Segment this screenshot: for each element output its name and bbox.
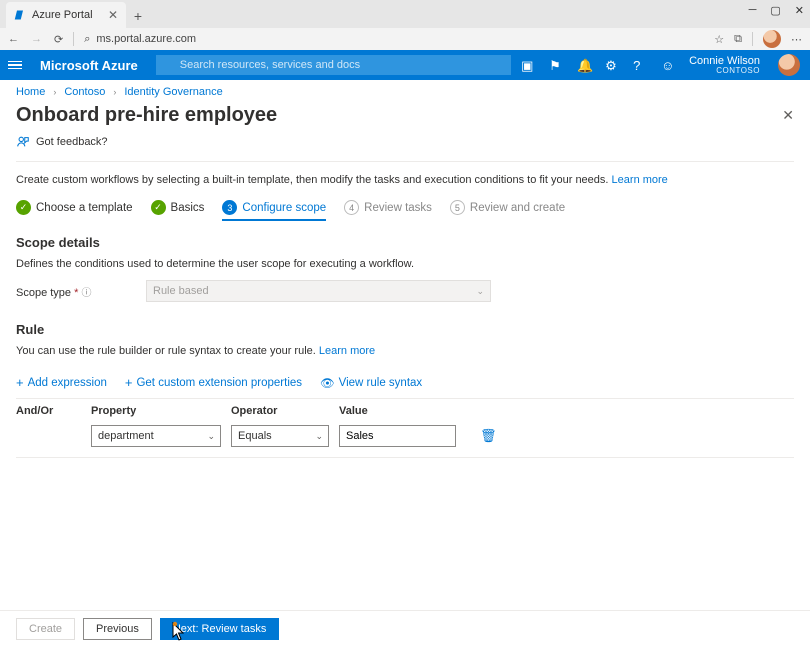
info-icon[interactable]: ⓘ: [81, 288, 91, 299]
window-minimize[interactable]: ─: [749, 4, 757, 17]
wizard-stepper: Choose a template Basics 3Configure scop…: [0, 196, 810, 221]
get-custom-properties-button[interactable]: +Get custom extension properties: [125, 375, 302, 390]
feedback-face-icon[interactable]: ☺: [661, 58, 675, 72]
brand-label: Microsoft Azure: [40, 58, 138, 73]
breadcrumb-item[interactable]: Identity Governance: [124, 86, 222, 98]
feedback-label: Got feedback?: [36, 136, 108, 148]
user-avatar-icon[interactable]: [778, 54, 800, 76]
chevron-down-icon: ⌄: [315, 431, 323, 442]
step-review-tasks[interactable]: 4Review tasks: [344, 200, 432, 215]
step-basics[interactable]: Basics: [151, 200, 205, 215]
chevron-down-icon: ⌄: [476, 286, 484, 297]
rule-learn-more-link[interactable]: Learn more: [319, 345, 375, 357]
user-account[interactable]: Connie Wilson CONTOSO: [689, 55, 764, 76]
close-blade-icon[interactable]: ✕: [782, 107, 794, 124]
next-button[interactable]: Next: Review tasks: [160, 618, 280, 640]
window-maximize[interactable]: ▢: [770, 4, 780, 17]
user-name: Connie Wilson: [689, 55, 760, 67]
delete-icon[interactable]: 🗑: [480, 428, 497, 444]
scope-type-select: Rule based ⌄: [146, 280, 491, 302]
breadcrumb-item[interactable]: Home: [16, 86, 45, 98]
breadcrumb-item[interactable]: Contoso: [64, 86, 105, 98]
rule-subtext: You can use the rule builder or rule syn…: [16, 345, 794, 357]
global-search[interactable]: ⌕: [156, 55, 511, 75]
chevron-down-icon: ⌄: [207, 431, 215, 442]
view-rule-syntax-button[interactable]: 👁View rule syntax: [320, 375, 422, 390]
property-select[interactable]: department⌄: [91, 425, 221, 447]
window-close[interactable]: ✕: [795, 4, 804, 17]
favorite-icon[interactable]: ☆: [714, 33, 724, 46]
step-choose-template[interactable]: Choose a template: [16, 200, 133, 215]
refresh-icon[interactable]: ⟳: [54, 33, 63, 46]
step-review-create[interactable]: 5Review and create: [450, 200, 565, 215]
back-icon[interactable]: ←: [8, 33, 19, 45]
url-text[interactable]: ms.portal.azure.com: [96, 33, 196, 45]
feedback-link[interactable]: Got feedback?: [0, 127, 810, 161]
step-configure-scope[interactable]: 3Configure scope: [222, 200, 326, 215]
scope-type-label: Scope type * ⓘ: [16, 284, 136, 299]
chevron-right-icon: ›: [53, 87, 56, 97]
col-property: Property: [91, 405, 231, 417]
profile-avatar-icon[interactable]: [763, 30, 781, 48]
search-url-icon: ⌕: [84, 33, 90, 46]
plus-icon: +: [125, 375, 133, 390]
scope-heading: Scope details: [16, 235, 794, 250]
plus-icon: +: [16, 375, 24, 390]
learn-more-link[interactable]: Learn more: [612, 174, 668, 186]
scope-subtext: Defines the conditions used to determine…: [16, 258, 794, 270]
col-andor: And/Or: [16, 405, 91, 417]
new-tab-button[interactable]: +: [126, 4, 150, 28]
rule-heading: Rule: [16, 322, 794, 337]
collections-icon[interactable]: ⧉: [734, 33, 742, 46]
more-icon[interactable]: ⋯: [791, 33, 802, 46]
notifications-icon[interactable]: 🔔: [577, 58, 591, 72]
col-value: Value: [339, 405, 459, 417]
search-input[interactable]: [156, 55, 511, 75]
user-org: CONTOSO: [689, 67, 760, 76]
chevron-right-icon: ›: [113, 87, 116, 97]
add-expression-button[interactable]: +Add expression: [16, 375, 107, 390]
tab-close-icon[interactable]: ✕: [108, 8, 118, 22]
browser-tab[interactable]: Azure Portal ✕: [6, 2, 126, 28]
breadcrumb: Home › Contoso › Identity Governance: [0, 80, 810, 104]
previous-button[interactable]: Previous: [83, 618, 152, 640]
rule-row: department⌄ Equals⌄ 🗑: [0, 421, 810, 457]
feedback-person-icon: [16, 135, 30, 149]
page-description: Create custom workflows by selecting a b…: [0, 162, 810, 196]
operator-select[interactable]: Equals⌄: [231, 425, 329, 447]
help-icon[interactable]: ?: [633, 58, 647, 72]
directories-icon[interactable]: ⚑: [549, 58, 563, 72]
cloud-shell-icon[interactable]: ▣: [521, 58, 535, 72]
forward-icon[interactable]: →: [31, 33, 42, 45]
menu-hamburger-icon[interactable]: [0, 50, 30, 80]
page-title: Onboard pre-hire employee: [16, 104, 277, 127]
eye-icon: 👁: [320, 376, 335, 390]
settings-gear-icon[interactable]: ⚙: [605, 58, 619, 72]
value-input[interactable]: [339, 425, 456, 447]
rule-table-header: And/Or Property Operator Value: [0, 401, 810, 421]
col-operator: Operator: [231, 405, 339, 417]
azure-favicon-icon: [14, 9, 26, 21]
tab-title: Azure Portal: [32, 9, 93, 21]
wizard-footer: Create Previous Next: Review tasks: [0, 610, 810, 646]
create-button: Create: [16, 618, 75, 640]
